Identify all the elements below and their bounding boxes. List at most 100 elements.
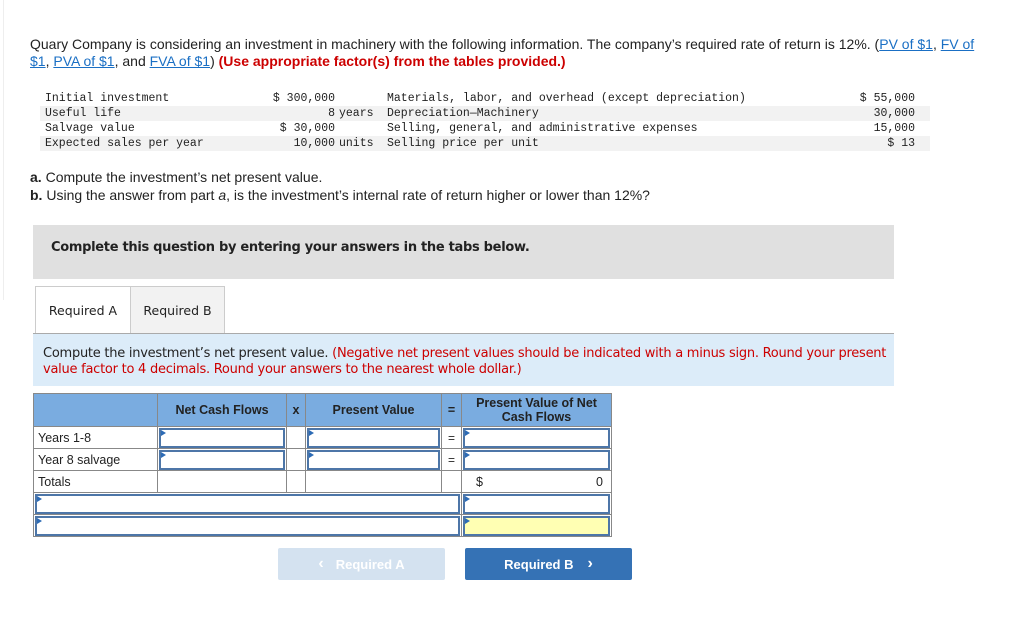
ncf-cell (157, 448, 287, 471)
times-cell (286, 426, 306, 449)
tab-required-b[interactable]: Required B (131, 286, 225, 334)
given-value: $ 13 (887, 137, 915, 150)
empty-cell (286, 470, 306, 493)
chevron-right-icon: › (587, 555, 593, 572)
empty-cell (441, 470, 462, 493)
times-cell (286, 448, 306, 471)
given-value: 8 (328, 107, 335, 120)
extra-row (33, 514, 612, 537)
question-b: b. Using the answer from part a, is the … (30, 186, 650, 204)
prev-tab-button[interactable]: ‹ Required A (278, 548, 445, 580)
header-blank (33, 393, 158, 427)
given-unit: years (339, 107, 374, 120)
npv-table: Net Cash Flows x Present Value = Present… (33, 393, 612, 537)
row-label: Years 1-8 (33, 426, 158, 449)
given-label: Initial investment (45, 92, 170, 105)
pvncf-cell (461, 426, 612, 449)
given-label: Selling price per unit (387, 137, 539, 150)
next-tab-label: Required B (504, 556, 574, 572)
question-a-text: Compute the investment’s net present val… (41, 169, 323, 185)
given-value: 15,000 (873, 122, 915, 135)
given-label: Depreciation—Machinery (387, 107, 539, 120)
given-data-table: Initial investment $ 300,000 Materials, … (40, 91, 930, 151)
pv-net-cash-flow-input[interactable] (463, 427, 610, 448)
npv-label-input[interactable] (35, 493, 460, 514)
instructions-banner: Complete this question by entering your … (33, 225, 894, 279)
link-pva-of-1[interactable]: PVA of $1 (53, 53, 114, 69)
given-row: Salvage value $ 30,000 Selling, general,… (40, 121, 930, 136)
header-equals: = (441, 393, 462, 427)
pv-net-cash-flow-input[interactable] (463, 449, 610, 470)
task-prompt: Compute the investment’s net present val… (33, 334, 894, 386)
given-unit (335, 121, 385, 136)
extra-label-cell (33, 514, 462, 537)
question-b-label: b. (30, 187, 43, 203)
header-net-cash-flows: Net Cash Flows (157, 393, 287, 427)
extra-row (33, 492, 612, 515)
npv-label-input[interactable] (35, 515, 460, 536)
pv-factor-input[interactable] (307, 427, 440, 448)
pv-cell (305, 448, 442, 471)
currency-symbol: $ (476, 474, 483, 489)
question-b-text: , is the investment’s internal rate of r… (226, 187, 650, 203)
left-edge-divider (0, 0, 4, 300)
table-header-row: Net Cash Flows x Present Value = Present… (33, 393, 612, 427)
prompt-text: Compute the investment’s net present val… (43, 346, 333, 361)
given-label: Materials, labor, and overhead (except d… (387, 92, 746, 105)
given-row: Initial investment $ 300,000 Materials, … (40, 91, 930, 106)
link-fva-of-1[interactable]: FVA of $1 (150, 53, 210, 69)
given-row: Useful life 8 years Depreciation—Machine… (40, 106, 930, 121)
question-b-italic: a (218, 187, 227, 203)
chevron-left-icon: ‹ (318, 555, 324, 572)
net-cash-flow-input[interactable] (159, 449, 285, 470)
totals-row: Totals $0 (33, 470, 612, 493)
header-present-value: Present Value (305, 393, 442, 427)
question-b-text: Using the answer from part (42, 187, 219, 203)
prev-tab-label: Required A (335, 556, 405, 572)
given-row: Expected sales per year 10,000 units Sel… (40, 136, 930, 151)
ncf-cell (157, 426, 287, 449)
next-tab-button[interactable]: Required B › (465, 548, 632, 580)
given-label: Selling, general, and administrative exp… (387, 122, 698, 135)
npv-result-input[interactable] (463, 515, 610, 536)
question-a-label: a. (30, 169, 42, 185)
instructions-text: Complete this question by entering your … (51, 240, 530, 255)
equals-sign: = (441, 448, 462, 471)
given-value: $ 300,000 (272, 92, 335, 105)
tab-bar: Required A Required B (35, 286, 225, 334)
link-pv-of-1[interactable]: PV of $1 (879, 36, 933, 52)
factor-note: (Use appropriate factor(s) from the tabl… (218, 53, 566, 69)
extra-amount-cell (461, 492, 612, 515)
table-row: Years 1-8 = (33, 426, 612, 449)
separator: , and (114, 53, 150, 69)
net-cash-flow-input[interactable] (159, 427, 285, 448)
totals-value-cell: $0 (461, 470, 612, 493)
totals-label: Totals (33, 470, 158, 493)
problem-intro: Quary Company is considering an investme… (30, 36, 990, 70)
given-value: $ 55,000 (859, 92, 915, 105)
given-unit: units (339, 137, 374, 150)
extra-label-cell (33, 492, 462, 515)
intro-text: Quary Company is considering an investme… (30, 36, 880, 52)
questions: a. Compute the investment’s net present … (30, 168, 650, 204)
empty-cell (305, 470, 442, 493)
given-label: Useful life (45, 107, 121, 120)
npv-amount-input[interactable] (463, 493, 610, 514)
separator: , (932, 36, 941, 52)
equals-sign: = (441, 426, 462, 449)
pv-cell (305, 426, 442, 449)
row-label: Year 8 salvage (33, 448, 158, 471)
totals-value: 0 (596, 474, 603, 489)
empty-cell (157, 470, 287, 493)
given-value: $ 30,000 (279, 122, 335, 135)
pv-factor-input[interactable] (307, 449, 440, 470)
given-unit (335, 91, 385, 106)
question-a: a. Compute the investment’s net present … (30, 168, 650, 186)
extra-amount-cell (461, 514, 612, 537)
intro-text-after: ) (210, 53, 219, 69)
tab-required-a[interactable]: Required A (35, 286, 131, 334)
table-row: Year 8 salvage = (33, 448, 612, 471)
given-value: 30,000 (873, 107, 915, 120)
given-label: Expected sales per year (45, 137, 204, 150)
given-label: Salvage value (45, 122, 135, 135)
